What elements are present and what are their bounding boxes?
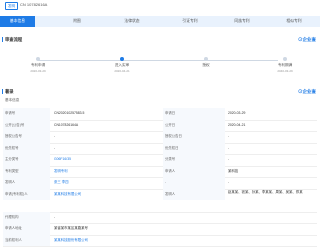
field-value: 2020-03-29	[225, 108, 318, 120]
field-label: 专利类型	[3, 166, 50, 178]
field-label: 公开(公告)号	[3, 120, 50, 132]
field-label: 申请人	[163, 166, 225, 178]
watch-button[interactable]: ⊙企业查	[298, 37, 316, 43]
field-label: 公开日	[163, 120, 225, 132]
info-section-title: 著录	[5, 89, 14, 95]
tab-family[interactable]: 同族专利	[222, 16, 262, 27]
timeline-label: 专利申请	[8, 63, 68, 68]
field-label: 分类号	[163, 154, 225, 166]
field-value: -	[51, 143, 149, 155]
applicant-link[interactable]: 某某科技有限公司	[51, 189, 149, 201]
type-link[interactable]: 发明专利	[51, 166, 149, 178]
field-value: -	[225, 154, 318, 166]
field-label: 申请号	[3, 108, 50, 120]
tab-basic-info[interactable]: 基本信息	[0, 16, 35, 27]
status-section-title: 审查流程	[5, 37, 22, 43]
watch-button[interactable]: ⊙企业查	[298, 89, 316, 95]
field-label: 发明人	[163, 189, 225, 201]
section-marker	[2, 37, 3, 42]
timeline-label: 进入实审	[92, 63, 152, 68]
timeline-label: 专利期满	[255, 63, 315, 68]
timeline-step: 进入实审 2020-04-21	[92, 57, 152, 73]
field-value: 2020-04-21	[225, 120, 318, 132]
tab-citations[interactable]: 引证专利	[170, 16, 210, 27]
field-label: 当前权利人	[3, 235, 50, 247]
field-value: -	[225, 131, 318, 143]
owner-link[interactable]: 某某科技股份有限公司	[51, 235, 204, 247]
top-bar: 发明 CN 10782616A	[0, 0, 320, 14]
field-value: CN107826164A	[51, 120, 149, 132]
field-label: 优先权日	[163, 143, 225, 155]
field-label: 授权公告号	[3, 131, 50, 143]
field-value: -	[51, 212, 149, 224]
field-value: 赵某某、钱某、孙某、李某某、周某、吴某、郑某	[225, 189, 318, 212]
table-row: 申请(专利权)人 某某科技有限公司 发明人 赵某某、钱某、孙某、李某某、周某、吴…	[3, 189, 317, 213]
section-marker	[2, 89, 3, 94]
field-value: -	[51, 131, 149, 143]
timeline-track	[38, 60, 278, 61]
tab-legal-status[interactable]: 法律状态	[112, 16, 152, 27]
field-label: 授权公告日	[163, 131, 225, 143]
timeline-label: 授权	[176, 63, 236, 68]
timeline-dot	[283, 57, 287, 61]
ipc-link[interactable]: G06F16/35	[51, 154, 149, 166]
tab-similar[interactable]: 相似专利	[274, 16, 314, 27]
field-value: CN202010257583.5	[51, 108, 149, 120]
field-label: 主分类号	[3, 154, 50, 166]
field-value: -	[225, 143, 318, 155]
field-value: 某省某市某区某路某号	[51, 223, 204, 235]
info-subtitle: 基本信息	[5, 98, 19, 103]
timeline-date: 2020-04-21	[92, 69, 152, 73]
tab-figures[interactable]: 附图	[62, 16, 92, 27]
timeline-dot	[204, 57, 208, 61]
field-value: -	[225, 177, 318, 189]
patent-type-chip: 发明	[5, 2, 18, 10]
timeline-dot	[36, 57, 40, 61]
timeline-step: 授权	[176, 57, 236, 69]
field-label: -	[163, 177, 225, 189]
tab-bar: 基本信息 附图 法律状态 引证专利 同族专利 相似专利	[0, 16, 320, 27]
field-label: 申请人地址	[3, 223, 50, 235]
field-label: 代理机构	[3, 212, 50, 224]
field-label: 申请(专利权)人	[3, 189, 50, 201]
timeline-date: 2020-03-29	[8, 69, 68, 73]
patent-number: CN 10782616A	[20, 2, 47, 8]
table-row: 当前权利人 某某科技股份有限公司	[3, 235, 317, 247]
timeline-dot	[120, 57, 124, 61]
field-label: 优先权号	[3, 143, 50, 155]
field-label: 发明人	[3, 177, 50, 189]
inventor-link[interactable]: 张三 李四	[51, 177, 149, 189]
timeline-date: 2040-03-29	[255, 69, 315, 73]
timeline-step: 专利申请 2020-03-29	[8, 57, 68, 73]
field-value: 某科技	[225, 166, 318, 178]
timeline-step: 专利期满 2040-03-29	[255, 57, 315, 73]
field-label: 申请日	[163, 108, 225, 120]
